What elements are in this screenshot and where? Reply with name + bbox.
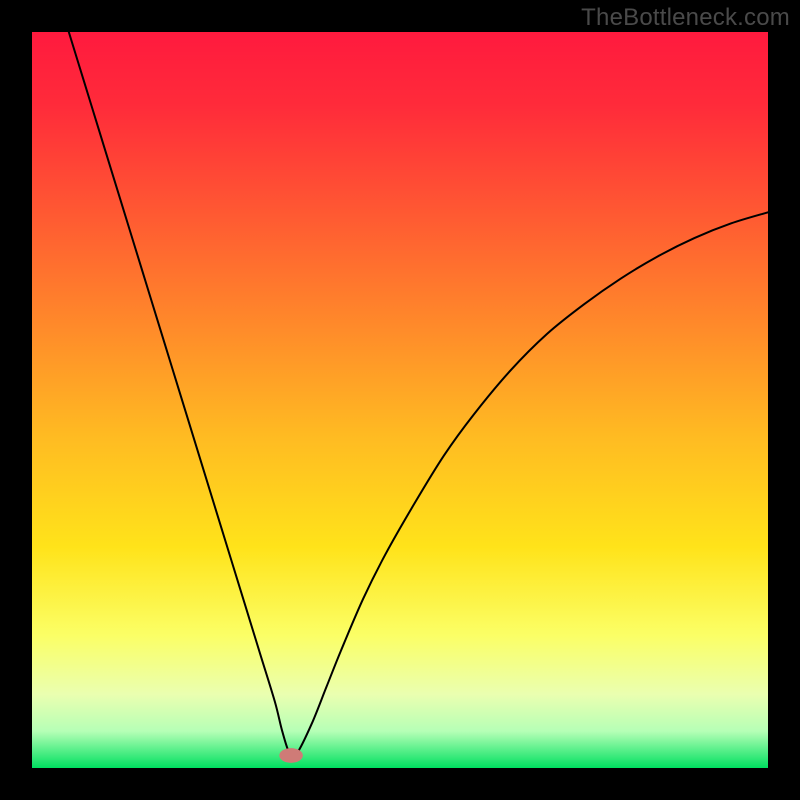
bottleneck-chart — [32, 32, 768, 768]
plot-background — [32, 32, 768, 768]
chart-frame: TheBottleneck.com — [0, 0, 800, 800]
watermark-text: TheBottleneck.com — [581, 4, 790, 32]
minimum-marker — [279, 748, 303, 763]
